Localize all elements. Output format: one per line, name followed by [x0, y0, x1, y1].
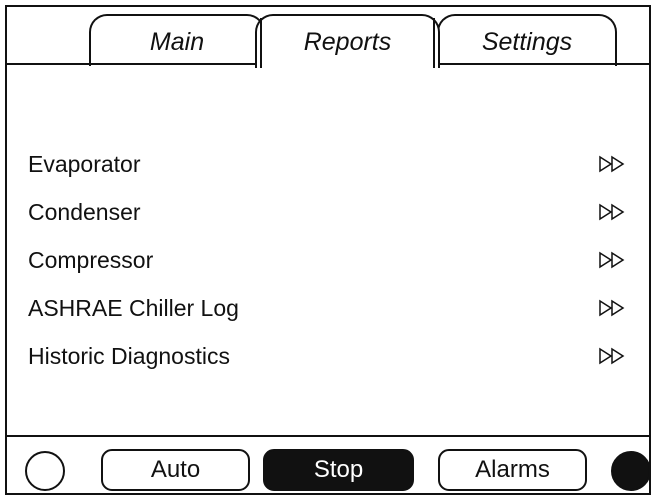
tab-main[interactable]: Main [89, 14, 265, 66]
stop-button[interactable]: Stop [263, 449, 414, 491]
double-right-arrow-icon [599, 251, 625, 269]
menu-item-ashrae-chiller-log[interactable]: ASHRAE Chiller Log [5, 284, 651, 332]
alarms-button[interactable]: Alarms [438, 449, 587, 491]
double-right-arrow-icon [599, 155, 625, 173]
alarms-button-label: Alarms [475, 456, 550, 483]
stop-button-label: Stop [313, 456, 364, 483]
menu-item-label: ASHRAE Chiller Log [28, 294, 239, 321]
menu-item-label: Condenser [28, 198, 141, 225]
auto-button-label: Auto [150, 456, 201, 483]
chiller-display-screen: Main Settings Reports Evaporator Condens… [0, 0, 659, 501]
tab-reports-label: Reports [303, 28, 392, 56]
double-right-arrow-icon [599, 203, 625, 221]
reports-menu: Evaporator Condenser Compressor ASHRAE C… [5, 140, 651, 380]
tab-settings-label: Settings [481, 28, 573, 56]
menu-item-label: Historic Diagnostics [28, 342, 230, 369]
menu-item-historic-diagnostics[interactable]: Historic Diagnostics [5, 332, 651, 380]
menu-item-label: Compressor [28, 246, 154, 273]
menu-item-label: Evaporator [28, 150, 141, 177]
menu-item-condenser[interactable]: Condenser [5, 188, 651, 236]
tab-reports[interactable]: Reports [255, 14, 440, 68]
menu-item-evaporator[interactable]: Evaporator [5, 140, 651, 188]
tab-settings[interactable]: Settings [437, 14, 617, 66]
double-right-arrow-icon [599, 299, 625, 317]
menu-item-compressor[interactable]: Compressor [5, 236, 651, 284]
auto-button[interactable]: Auto [101, 449, 250, 491]
footer-divider [5, 435, 651, 437]
tab-main-label: Main [149, 28, 205, 56]
double-right-arrow-icon [599, 347, 625, 365]
filled-circle-icon[interactable] [611, 451, 651, 491]
open-circle-icon[interactable] [25, 451, 65, 491]
